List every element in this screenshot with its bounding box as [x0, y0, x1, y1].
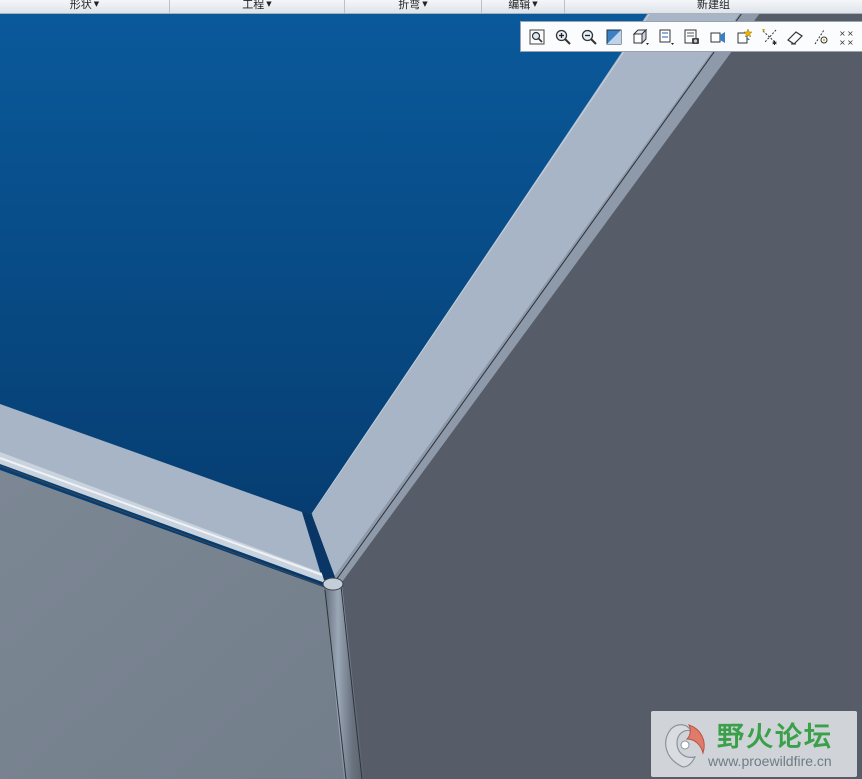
graphics-viewport[interactable]: [0, 0, 862, 779]
svg-text:✱: ✱: [772, 40, 777, 46]
ribbon-group-label: 编辑: [508, 0, 531, 11]
ribbon-group-shape[interactable]: 形状 ▼: [0, 0, 170, 13]
display-style-icon: [633, 28, 650, 45]
spin-center-icon: [737, 27, 753, 43]
chevron-down-icon[interactable]: ▼: [532, 0, 537, 8]
ribbon-group-label: 新建组: [697, 0, 730, 11]
coordinate-systems-icon: × × × ×: [839, 29, 854, 46]
saved-orientations-button[interactable]: [655, 26, 677, 48]
datum-axes-button[interactable]: [784, 26, 806, 48]
zoom-in-icon: [555, 29, 571, 45]
refit-button[interactable]: [526, 26, 548, 48]
refit-icon: [529, 29, 545, 44]
svg-text:×: ×: [847, 38, 854, 46]
corner-cap: [322, 577, 344, 591]
watermark-title: 野火论坛: [717, 722, 833, 753]
datum-axes-icon: [787, 30, 804, 45]
perspective-button[interactable]: [707, 26, 729, 48]
ribbon-group-engineering[interactable]: 工程 ▼: [170, 0, 345, 13]
ribbon-group-label: 形状: [69, 0, 92, 11]
repaint-icon: [606, 29, 622, 44]
forum-watermark: 野火论坛 www.proewildfire.cn: [651, 711, 857, 777]
view-manager-icon: [684, 29, 699, 44]
ribbon-group-label: 折弯: [398, 0, 421, 11]
ribbon-group-edit[interactable]: 编辑 ▼: [482, 0, 565, 13]
coordinate-systems-button[interactable]: × × × ×: [836, 26, 858, 48]
repaint-button[interactable]: [604, 26, 626, 48]
svg-text:×: ×: [847, 29, 854, 38]
ribbon-group-bar: 形状 ▼ 工程 ▼ 折弯 ▼ 编辑 ▼ 新建组: [0, 0, 862, 14]
zoom-out-button[interactable]: [578, 26, 600, 48]
ribbon-group-bend[interactable]: 折弯 ▼: [345, 0, 482, 13]
display-style-button[interactable]: [629, 26, 651, 48]
spin-center-button[interactable]: [733, 26, 755, 48]
datum-planes-button[interactable]: ✱: [759, 26, 781, 48]
chevron-down-icon[interactable]: ▼: [422, 0, 427, 8]
saved-orientations-icon: [659, 29, 675, 45]
svg-text:×: ×: [839, 29, 846, 38]
perspective-icon: [710, 31, 725, 43]
datum-points-icon: [814, 29, 828, 44]
view-manager-button[interactable]: [681, 26, 703, 48]
forum-logo-icon: [665, 724, 705, 768]
datum-planes-icon: ✱: [761, 28, 777, 46]
datum-points-button[interactable]: [810, 26, 832, 48]
zoom-in-button[interactable]: [552, 26, 574, 48]
chevron-down-icon[interactable]: ▼: [94, 0, 99, 8]
svg-text:×: ×: [839, 38, 846, 46]
model-view[interactable]: [0, 0, 862, 779]
graphics-toolbar: ✱ × × × ×: [520, 21, 862, 52]
chevron-down-icon[interactable]: ▼: [266, 0, 271, 8]
zoom-out-icon: [581, 29, 597, 45]
ribbon-group-label: 工程: [242, 0, 265, 11]
watermark-url: www.proewildfire.cn: [708, 753, 832, 769]
ribbon-group-new-group[interactable]: 新建组: [565, 0, 862, 13]
